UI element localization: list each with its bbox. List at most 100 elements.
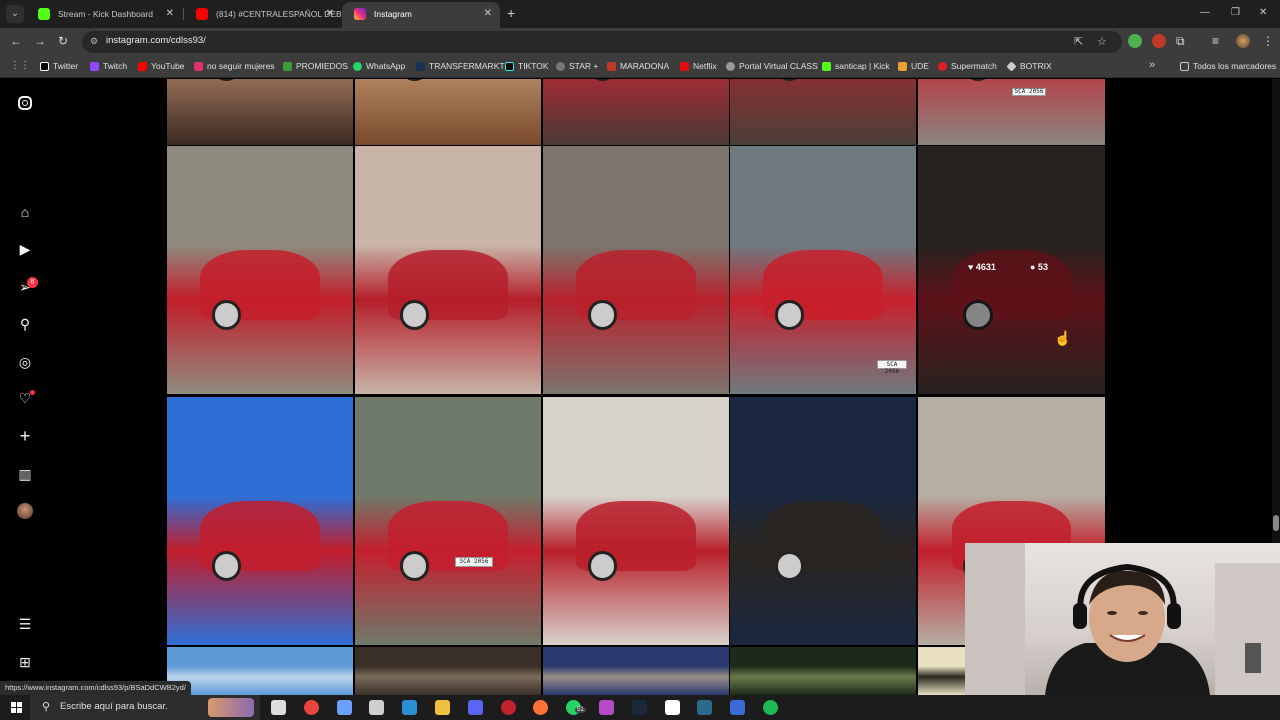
address-bar[interactable]: ⚙ instagram.com/cdlss93/ ⇱ ☆ <box>82 31 1122 53</box>
all-bookmarks-folder[interactable]: Todos los marcadores <box>1180 61 1276 71</box>
tab-instagram[interactable]: Instagram ✕ <box>342 2 500 28</box>
apps-grid-icon[interactable]: ⋮⋮ <box>10 60 30 71</box>
grid-post[interactable] <box>543 397 729 645</box>
grid-post[interactable] <box>730 146 916 394</box>
file-explorer-icon[interactable] <box>435 700 450 715</box>
scrollbar-thumb[interactable] <box>1273 515 1279 531</box>
bookmark-tiktok[interactable]: TIKTOK <box>505 61 549 71</box>
media-controls-icon[interactable]: ≡ <box>1212 34 1219 48</box>
site-info-icon[interactable]: ⚙ <box>90 36 100 47</box>
grid-post[interactable] <box>167 397 353 645</box>
firefox-icon[interactable] <box>533 700 548 715</box>
bookmark-maradona[interactable]: MARADONA <box>607 61 669 71</box>
extensions-puzzle-icon[interactable]: ⧉ <box>1176 34 1185 48</box>
bookmark-transfermarkt[interactable]: TRANSFERMARKT <box>416 61 505 71</box>
close-tab-icon[interactable]: ✕ <box>326 2 334 26</box>
profile-avatar[interactable] <box>1236 34 1250 48</box>
bookmark-label: Netflix <box>693 61 717 71</box>
grid-post[interactable] <box>355 397 541 645</box>
bookmark-botrix[interactable]: BOTRIX <box>1006 61 1052 72</box>
profile-avatar[interactable] <box>17 503 33 519</box>
minimize-icon[interactable]: — <box>1200 7 1210 18</box>
photo-wheel-shape <box>211 79 242 81</box>
grid-post[interactable] <box>543 79 729 145</box>
bookmark-promiedos[interactable]: PROMIEDOS <box>283 61 348 71</box>
bookmark-label: santicap | Kick <box>835 61 890 71</box>
bookmark-youtube[interactable]: YouTube <box>138 61 184 71</box>
extension-icon[interactable] <box>1152 34 1166 48</box>
tab-youtube[interactable]: (814) #CENTRALESPAÑOL DEBUT ✕ <box>184 2 342 28</box>
bookmark-label: PROMIEDOS <box>296 61 348 71</box>
tab-search-icon[interactable]: ⌄ <box>6 5 24 23</box>
grid-post[interactable] <box>355 146 541 394</box>
task-view-icon[interactable] <box>271 700 286 715</box>
close-window-icon[interactable]: ✕ <box>1259 7 1267 18</box>
close-tab-icon[interactable]: ✕ <box>484 2 492 26</box>
grid-post[interactable] <box>355 647 541 695</box>
create-icon[interactable]: + <box>17 427 33 445</box>
search-icon[interactable]: ⚲ <box>17 316 33 332</box>
copilot-icon[interactable] <box>337 700 352 715</box>
bookmark-netflix[interactable]: Netflix <box>680 61 717 71</box>
grid-post[interactable] <box>730 397 916 645</box>
edge-icon[interactable] <box>402 700 417 715</box>
obs-icon[interactable] <box>369 700 384 715</box>
dashboard-icon[interactable]: ▥ <box>17 466 33 482</box>
tab-kick-dashboard[interactable]: Stream - Kick Dashboard ✕ <box>26 2 182 28</box>
grid-post[interactable] <box>355 79 541 145</box>
chrome-icon[interactable] <box>304 700 319 715</box>
grid-post[interactable] <box>167 146 353 394</box>
capcut-icon[interactable] <box>665 700 680 715</box>
app-icon[interactable] <box>599 700 614 715</box>
kick-icon <box>822 62 831 71</box>
photo-wheel-shape <box>587 550 618 581</box>
back-icon[interactable]: ← <box>10 34 22 48</box>
photo-wheel-shape <box>774 299 805 330</box>
restore-icon[interactable]: ❐ <box>1231 7 1240 18</box>
netflix-icon <box>680 62 689 71</box>
opera-icon[interactable] <box>501 700 516 715</box>
grid-post[interactable] <box>167 647 353 695</box>
bookmark-portal-class[interactable]: Portal Virtual CLASS <box>726 61 818 71</box>
bookmark-star-plus[interactable]: STAR + <box>556 61 598 71</box>
messages-badge: 6 <box>27 277 38 288</box>
bookmark-santicap-kick[interactable]: santicap | Kick <box>822 61 890 71</box>
install-app-icon[interactable]: ⇱ <box>1074 35 1083 48</box>
new-tab-icon[interactable]: + <box>507 5 515 21</box>
bookmark-twitter[interactable]: Twitter <box>40 61 78 71</box>
vpn-icon[interactable] <box>730 700 745 715</box>
extension-icon[interactable] <box>1128 34 1142 48</box>
photo-wheel-shape <box>774 550 805 581</box>
grid-post[interactable] <box>543 647 729 695</box>
bookmark-supermatch[interactable]: Supermatch <box>938 61 997 71</box>
steam-icon[interactable] <box>632 700 647 715</box>
grid-post[interactable] <box>730 79 916 145</box>
grid-post[interactable]: ♥ 4631 ● 53 <box>918 146 1105 394</box>
bookmark-no-seguir[interactable]: no seguir mujeres <box>194 61 275 71</box>
spotify-icon[interactable] <box>763 700 778 715</box>
bookmark-twitch[interactable]: Twitch <box>90 61 127 71</box>
bookmark-whatsapp[interactable]: WhatsApp <box>353 61 405 71</box>
grid-post[interactable] <box>730 647 916 695</box>
home-icon[interactable]: ⌂ <box>17 204 33 220</box>
app2-icon[interactable] <box>697 700 712 715</box>
grid-post[interactable] <box>543 146 729 394</box>
bookmark-label: UDE <box>911 61 929 71</box>
menu-icon[interactable]: ☰ <box>17 616 33 632</box>
taskbar-search[interactable]: ⚲ Escribe aquí para buscar. <box>30 695 260 720</box>
windows-start-icon[interactable] <box>11 702 22 713</box>
close-tab-icon[interactable]: ✕ <box>166 2 174 26</box>
chrome-menu-icon[interactable]: ⋮ <box>1262 34 1274 48</box>
threads-icon[interactable]: ⊞ <box>17 654 33 670</box>
reload-icon[interactable]: ↻ <box>58 34 68 48</box>
instagram-logo-icon[interactable] <box>18 96 32 110</box>
more-bookmarks-icon[interactable]: » <box>1149 59 1155 71</box>
explore-icon[interactable]: ◎ <box>17 354 33 370</box>
discord-icon[interactable] <box>468 700 483 715</box>
bookmark-star-icon[interactable]: ☆ <box>1097 35 1107 48</box>
forward-icon[interactable]: → <box>34 34 46 48</box>
bookmark-ude[interactable]: UDE <box>898 61 929 71</box>
grid-post[interactable] <box>167 79 353 145</box>
reels-icon[interactable]: ▶ <box>17 241 33 257</box>
photo-wheel-shape <box>587 299 618 330</box>
